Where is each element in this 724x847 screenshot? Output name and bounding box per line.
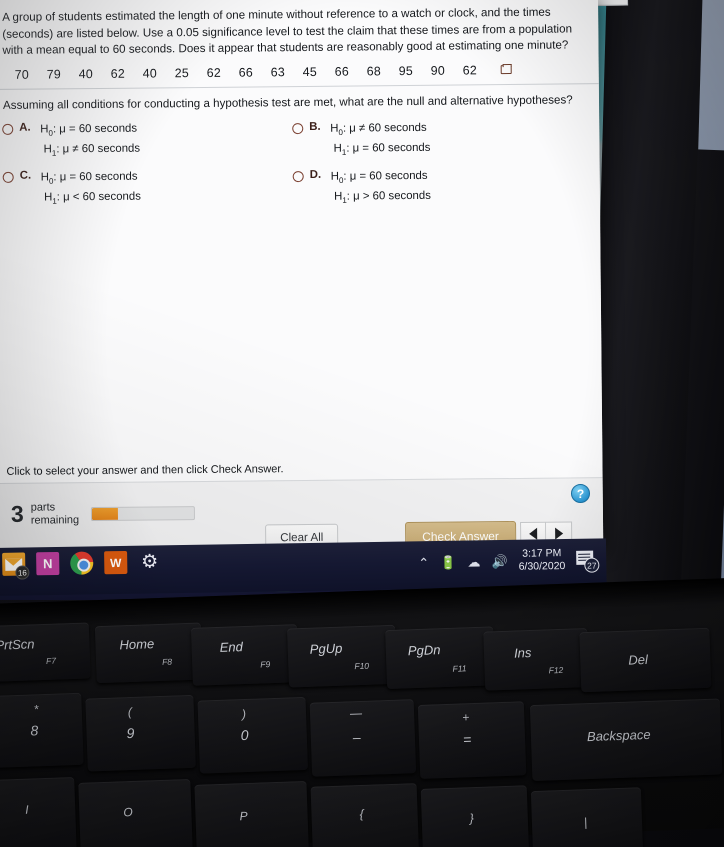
choice-letter: B. [309, 120, 321, 133]
key-end[interactable]: End F9 [190, 624, 299, 686]
key-equals[interactable]: + = [417, 701, 527, 779]
mail-unread-badge: 16 [15, 565, 30, 580]
choice-a[interactable]: A. H0: μ = 60 seconds H1: μ ≠ 60 seconds [2, 120, 140, 162]
help-button[interactable]: ? [571, 484, 590, 503]
progress-bar [90, 506, 196, 522]
mail-icon[interactable]: 16 [2, 552, 30, 580]
data-value: 79 [46, 66, 61, 81]
data-value: 66 [238, 64, 253, 80]
choice-a-null: H0: μ = 60 seconds [40, 122, 138, 138]
data-value: 62 [206, 65, 221, 80]
key-right-bracket[interactable]: } [420, 785, 530, 847]
choice-c-alt: H1: μ < 60 seconds [40, 190, 141, 206]
choice-letter: D. [309, 168, 322, 181]
key-i[interactable]: I [0, 777, 77, 847]
choice-letter: A. [19, 121, 31, 134]
choice-d-alt: H1: μ > 60 seconds [330, 189, 431, 205]
choice-b-null: H0: μ ≠ 60 seconds [330, 121, 427, 137]
show-hidden-icons-icon[interactable]: ⌃ [418, 555, 429, 570]
radio-button-c[interactable] [2, 171, 14, 183]
onedrive-cloud-icon[interactable]: ☁ [467, 554, 480, 569]
parts-label-line2: remaining [30, 513, 80, 527]
parts-label-line1: parts [30, 501, 56, 514]
data-value: 70 [14, 67, 29, 82]
data-value: 62 [462, 62, 477, 77]
key-backslash[interactable]: | [530, 787, 644, 847]
choice-c[interactable]: C. H0: μ = 60 seconds H1: μ < 60 seconds [2, 168, 141, 210]
choice-letter: C. [19, 169, 32, 182]
volume-icon[interactable]: 🔊 [491, 553, 507, 568]
clock-date: 6/30/2020 [518, 560, 566, 573]
radio-button-b[interactable] [292, 122, 304, 134]
system-tray: ⌃ 🔋 ☁ 🔊 3:17 PM 6/30/2020 27 [418, 547, 600, 576]
copy-to-clipboard-icon[interactable] [500, 65, 512, 75]
radio-button-d[interactable] [292, 170, 304, 182]
choice-b-alt: H1: μ = 60 seconds [330, 141, 431, 157]
previous-arrow-icon [529, 527, 538, 540]
next-arrow-icon [554, 527, 563, 540]
choice-d[interactable]: D. H0: μ = 60 seconds H1: μ > 60 seconds [292, 167, 431, 209]
key-8[interactable]: * 8 [0, 692, 84, 769]
key-del[interactable]: Del [579, 627, 712, 693]
battery-icon[interactable]: 🔋 [440, 554, 456, 569]
data-value: 90 [430, 63, 445, 78]
taskbar-clock[interactable]: 3:17 PM 6/30/2020 [518, 547, 566, 574]
key-o[interactable]: O [78, 778, 193, 847]
question-body: A group of students estimated the length… [2, 5, 573, 57]
data-value: 68 [366, 63, 381, 78]
key-home[interactable]: Home F8 [94, 622, 203, 684]
onenote-icon[interactable]: N [36, 551, 60, 576]
key-ins[interactable]: Ins F12 [483, 628, 590, 691]
data-value: 95 [398, 63, 413, 78]
laptop-keyboard: PrtScn F7 Home F8 End F9 PgUp F10 PgDn F… [0, 577, 724, 847]
key-0[interactable]: ) 0 [197, 696, 308, 774]
action-center-count: 27 [584, 557, 600, 573]
parts-remaining: 3 parts remaining [11, 501, 79, 527]
data-value: 66 [334, 64, 349, 79]
key-pgdn[interactable]: PgDn F11 [385, 626, 496, 690]
key-left-bracket[interactable]: { [310, 783, 420, 847]
data-value: 62 [110, 66, 125, 81]
radio-button-a[interactable] [2, 123, 14, 135]
exercise-window: A group of students estimated the length… [0, 0, 604, 553]
choice-d-null: H0: μ = 60 seconds [330, 169, 428, 185]
question-pane: A group of students estimated the length… [0, 0, 603, 483]
choice-b[interactable]: B. H0: μ ≠ 60 seconds H1: μ = 60 seconds [292, 119, 430, 161]
data-value: 40 [78, 66, 93, 81]
progress-bar-fill [91, 507, 118, 521]
laptop-photo: A group of students estimated the length… [0, 0, 724, 847]
data-value: 40 [142, 65, 157, 81]
key-9[interactable]: ( 9 [85, 694, 196, 772]
taskbar-pinned-apps: 16 N W ⚙ [2, 550, 161, 580]
key-prtscn[interactable]: PrtScn F7 [0, 622, 91, 683]
key-backspace[interactable]: Backspace [529, 698, 723, 782]
choice-a-alt: H1: μ ≠ 60 seconds [40, 142, 141, 158]
action-center-icon[interactable]: 27 [576, 550, 600, 573]
chrome-icon[interactable] [70, 551, 94, 575]
data-value: 45 [302, 64, 317, 79]
key-p[interactable]: P [194, 780, 310, 847]
clock-time: 3:17 PM [522, 547, 562, 560]
key-pgup[interactable]: PgUp F10 [287, 624, 398, 688]
parts-count: 3 [10, 500, 24, 527]
key-minus[interactable]: — – [309, 699, 417, 777]
settings-gear-icon[interactable]: ⚙ [138, 550, 161, 573]
word-icon[interactable]: W [104, 550, 128, 575]
data-value: 63 [270, 64, 285, 79]
choice-c-null: H0: μ = 60 seconds [40, 170, 138, 186]
data-value: 25 [174, 65, 189, 80]
